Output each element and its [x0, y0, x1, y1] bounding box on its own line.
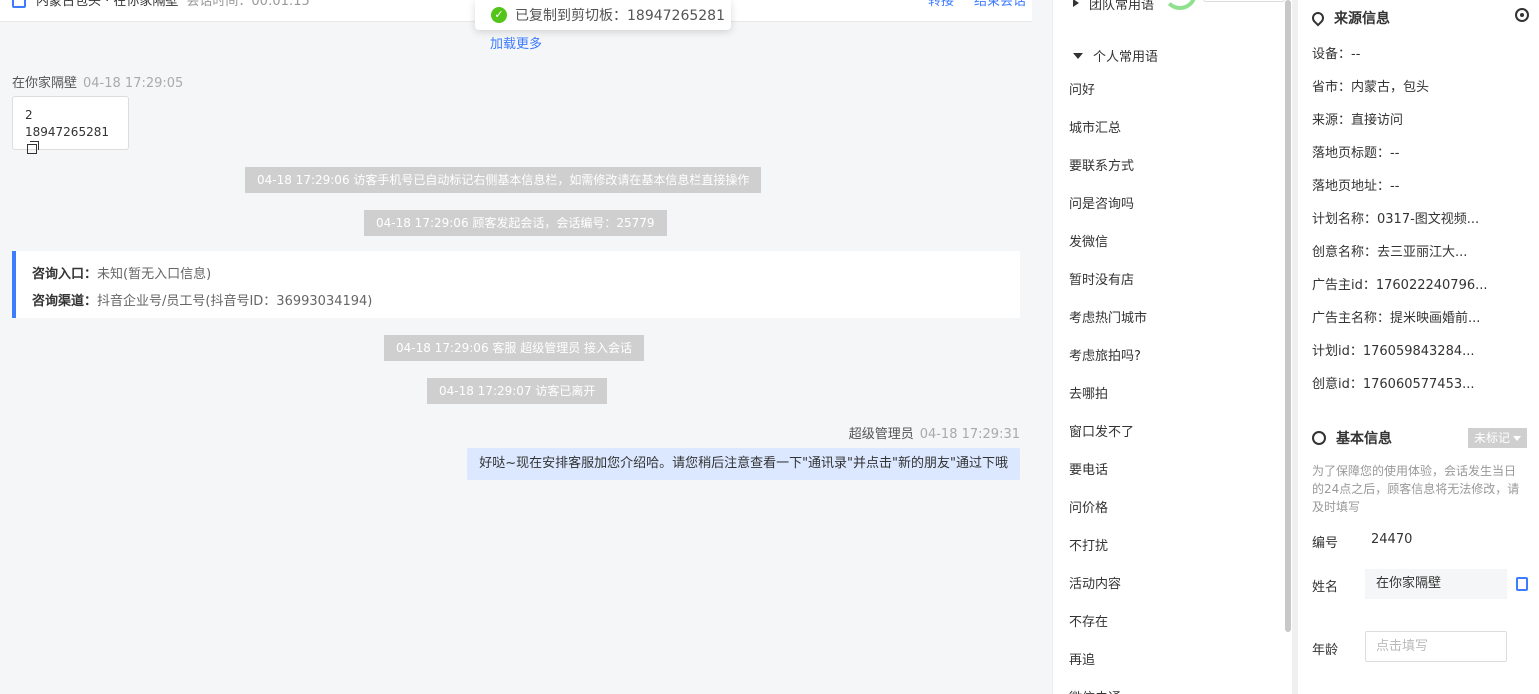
phrase-item[interactable]: 不打扰 [1069, 528, 1147, 566]
phrase-item[interactable]: 要电话 [1069, 452, 1147, 490]
copy-icon[interactable] [27, 141, 39, 154]
visitor-time: 04-18 17:29:05 [83, 76, 184, 91]
visitor-name: 在你家隔壁 [12, 76, 78, 91]
personal-phrases-label: 个人常用语 [1093, 50, 1159, 65]
agent-message-meta: 超级管理员 04-18 17:29:31 [849, 423, 1020, 442]
personal-phrases-group[interactable]: 个人常用语 [1073, 46, 1158, 65]
basic-info-label: 基本信息 [1336, 431, 1392, 447]
load-more-link[interactable]: 加载更多 [490, 33, 542, 52]
phrase-item[interactable]: 问是咨询吗 [1069, 186, 1147, 224]
name-field[interactable]: 在你家隔壁 [1365, 569, 1507, 599]
system-message: 04-18 17:29:07 访客已离开 [427, 378, 608, 404]
source-row-creative-id: 创意id：176060577453... [1312, 377, 1475, 392]
system-message: 04-18 17:29:06 客服 超级管理员 接入会话 [384, 335, 645, 361]
end-session-button[interactable]: 结束会话 [974, 0, 1026, 9]
source-row-landing-title: 落地页标题：-- [1312, 146, 1400, 161]
visitor-phone: 18947265281 [25, 125, 109, 139]
phrase-item[interactable]: 城市汇总 [1069, 110, 1147, 148]
source-info-label: 来源信息 [1334, 11, 1390, 27]
edit-icon[interactable] [1516, 577, 1528, 591]
system-message: 04-18 17:29:06 访客手机号已自动标记右侧基本信息栏，如需修改请在基… [245, 167, 762, 193]
source-row-plan-name: 计划名称：0317-图文视频... [1312, 212, 1480, 227]
consult-info-card: 咨询入口：未知(暂无入口信息) 咨询渠道：抖音企业号/员工号(抖音号ID：369… [12, 251, 1020, 318]
phrase-item[interactable]: 活动内容 [1069, 566, 1147, 604]
check-icon: ✓ [491, 7, 507, 23]
phrase-item[interactable]: 不存在 [1069, 604, 1147, 642]
entry-label: 咨询入口： [32, 267, 98, 282]
age-label: 年龄 [1312, 643, 1339, 658]
source-row-advertiser-name: 广告主名称：提米映画婚前... [1312, 311, 1481, 326]
header-actions: 转接 结束会话 [908, 0, 1026, 9]
source-info-title: 来源信息 [1309, 8, 1390, 28]
monitor-icon [12, 0, 26, 8]
source-info-list: 设备：-- 省市：内蒙古，包头 来源：直接访问 落地页标题：-- 落地页地址：-… [1312, 38, 1532, 401]
session-duration: 会话时间：00:01:15 [186, 0, 310, 9]
source-row-landing-url: 落地页地址：-- [1312, 179, 1400, 194]
phrase-item[interactable]: 要联系方式 [1069, 148, 1147, 186]
source-row-region: 省市：内蒙古，包头 [1312, 80, 1430, 95]
source-row-device: 设备：-- [1312, 47, 1361, 62]
caret-down-icon [1073, 53, 1083, 59]
age-input[interactable] [1365, 631, 1507, 662]
transfer-button[interactable]: 转接 [928, 0, 954, 9]
popover-edge [1203, 0, 1285, 2]
user-circle-icon [1312, 431, 1326, 445]
mark-status-dropdown[interactable]: 未标记 [1467, 428, 1527, 448]
agent-message-bubble: 好哒~现在安排客服加您介绍哈。请您稍后注意查看一下"通讯录"并点击"新的朋友"通… [467, 448, 1020, 480]
phrase-item[interactable]: 考虑旅拍吗? [1069, 338, 1147, 376]
location-pin-icon [1309, 9, 1327, 27]
phrase-item[interactable]: 考虑热门城市 [1069, 300, 1147, 338]
phrase-item[interactable]: 问好 [1069, 72, 1147, 110]
caret-right-icon [1073, 0, 1079, 7]
visitor-message-bubble: 2 18947265281 [12, 96, 129, 154]
toast-text: 已复制到剪切板：18947265281 [515, 8, 725, 24]
phrase-item[interactable]: 再追 [1069, 642, 1147, 680]
locate-icon[interactable] [1515, 8, 1529, 22]
entry-value: 未知(暂无入口信息) [97, 267, 212, 282]
visitor-message-line: 2 [25, 108, 33, 122]
common-phrases-panel: 团队常用语 个人常用语 问好 城市汇总 要联系方式 问是咨询吗 发微信 暂时没有… [1052, 0, 1292, 694]
source-row-source: 来源：直接访问 [1312, 113, 1404, 128]
visitor-message-meta: 在你家隔壁 04-18 17:29:05 [12, 72, 183, 91]
agent-name: 超级管理员 [848, 427, 914, 442]
edit-hint: 为了保障您的使用体验，会话发生当日的24点之后，顾客信息将无法修改，请及时填写 [1312, 464, 1520, 514]
team-phrases-group[interactable]: 团队常用语 [1073, 0, 1154, 13]
session-info: 内蒙古包头 · 在你家隔壁 会话时间：00:01:15 [12, 0, 310, 9]
name-label: 姓名 [1312, 580, 1339, 595]
phrase-list: 问好 城市汇总 要联系方式 问是咨询吗 发微信 暂时没有店 考虑热门城市 考虑旅… [1069, 72, 1147, 694]
phrase-item[interactable]: 微信未通 [1069, 680, 1147, 694]
phrase-item[interactable]: 窗口发不了 [1069, 414, 1147, 452]
visitor-info-panel: 来源信息 设备：-- 省市：内蒙古，包头 来源：直接访问 落地页标题：-- 落地… [1292, 0, 1539, 694]
team-phrases-label: 团队常用语 [1089, 0, 1155, 13]
source-row-creative-name: 创意名称：去三亚丽江大... [1312, 245, 1468, 260]
channel-label: 咨询渠道： [32, 294, 98, 309]
id-label: 编号 [1312, 536, 1339, 551]
source-row-plan-id: 计划id：176059843284... [1312, 344, 1475, 359]
session-title: 内蒙古包头 · 在你家隔壁 [36, 0, 179, 9]
basic-info-title: 基本信息 [1312, 428, 1392, 448]
agent-time: 04-18 17:29:31 [919, 427, 1020, 442]
id-value: 24470 [1371, 532, 1413, 547]
copy-toast: ✓ 已复制到剪切板：18947265281 [475, 0, 731, 30]
chat-panel: 内蒙古包头 · 在你家隔壁 会话时间：00:01:15 转接 结束会话 ✓ 已复制到… [0, 0, 1052, 694]
phrase-item[interactable]: 发微信 [1069, 224, 1147, 262]
system-message: 04-18 17:29:06 顾客发起会话，会话编号：25779 [364, 210, 667, 236]
source-row-advertiser-id: 广告主id：176022240796... [1312, 278, 1488, 293]
phrase-item[interactable]: 暂时没有店 [1069, 262, 1147, 300]
loading-spinner-icon [1163, 0, 1197, 10]
channel-value: 抖音企业号/员工号(抖音号ID：36993034194) [97, 294, 373, 309]
phrase-item[interactable]: 问价格 [1069, 490, 1147, 528]
phrase-item[interactable]: 去哪拍 [1069, 376, 1147, 414]
phrases-scrollbar[interactable] [1285, 0, 1291, 632]
